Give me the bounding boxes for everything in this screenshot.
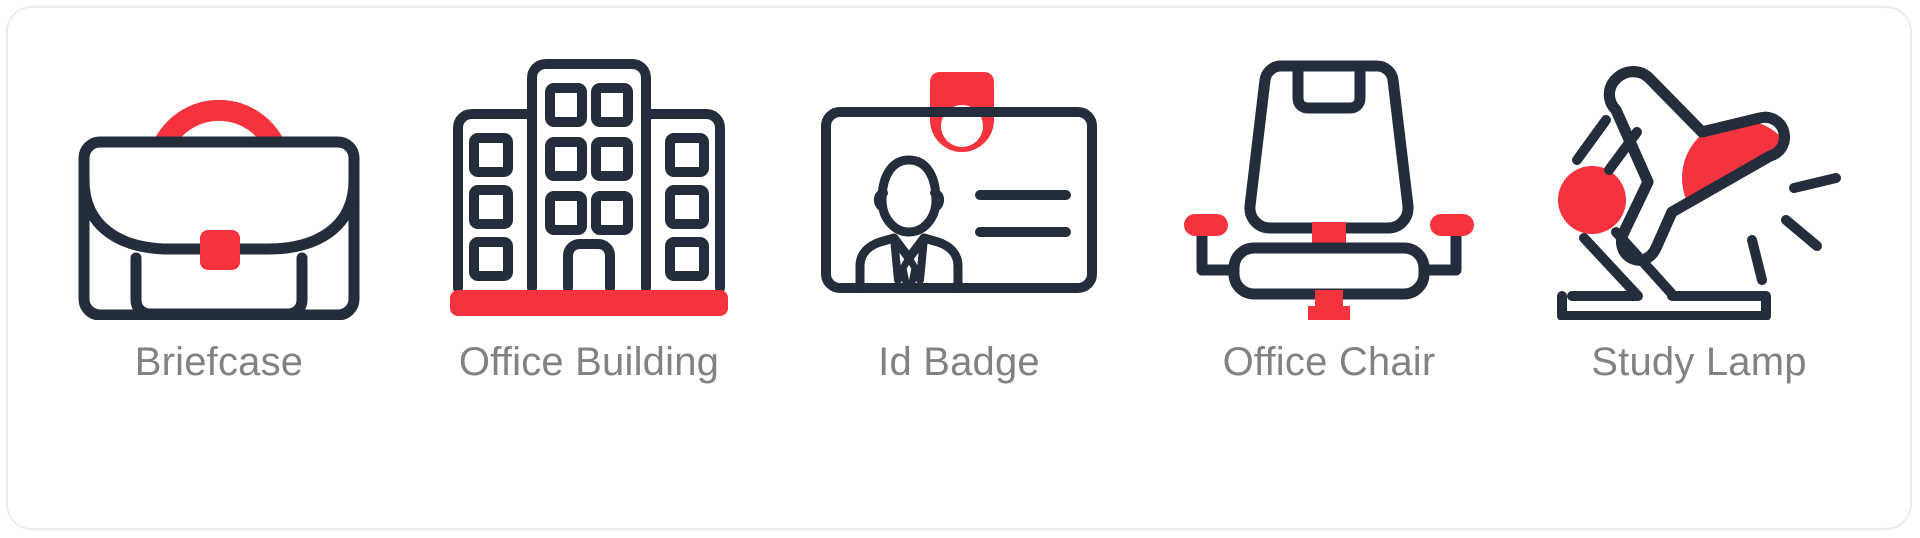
lamp-light-rays [1747,173,1841,285]
building-ground-bar [450,290,728,316]
office-chair-icon [1184,60,1474,320]
briefcase-latch [200,230,240,270]
briefcase-icon [78,99,360,320]
icon-label-study-lamp: Study Lamp [1591,340,1807,384]
office-building-icon [450,59,728,316]
building-window [545,137,587,181]
building-window [591,137,633,181]
icon-row: Briefcase Office Building Id Badge Offic… [8,8,1910,528]
building-window [545,83,587,127]
chair-armrest-cap-right [1430,214,1474,236]
lamp-arm-upper-b [1572,115,1611,165]
building-window [469,133,513,177]
icon-cell-id-badge[interactable]: Id Badge [774,8,1144,528]
lamp-joint [1558,166,1626,234]
building-door [563,239,615,293]
id-badge-icon [821,72,1097,293]
building-window [469,185,513,229]
icon-label-briefcase: Briefcase [134,340,304,384]
icon-label-office-chair: Office Chair [1222,340,1436,384]
icon-set-frame: Briefcase Office Building Id Badge Offic… [6,6,1912,530]
building-window [665,237,709,281]
briefcase-body [78,136,360,320]
chair-seat [1228,242,1430,300]
icon-cell-office-building[interactable]: Office Building [404,8,774,528]
badge-person-tie [899,254,919,292]
icon-label-id-badge: Id Badge [878,340,1040,384]
icon-cell-office-chair[interactable]: Office Chair [1144,8,1514,528]
building-window [545,191,587,235]
study-lamp-icon [1557,66,1841,320]
chair-backrest [1244,60,1414,234]
building-window [469,237,513,281]
building-window [665,185,709,229]
building-window [591,83,633,127]
building-window [591,191,633,235]
icon-cell-study-lamp[interactable]: Study Lamp [1514,8,1884,528]
badge-person-head [877,155,941,237]
building-window [665,133,709,177]
icon-cell-briefcase[interactable]: Briefcase [34,8,404,528]
chair-armrest-cap-left [1184,214,1228,236]
icon-label-office-building: Office Building [458,340,720,384]
badge-person-ears [873,189,945,210]
